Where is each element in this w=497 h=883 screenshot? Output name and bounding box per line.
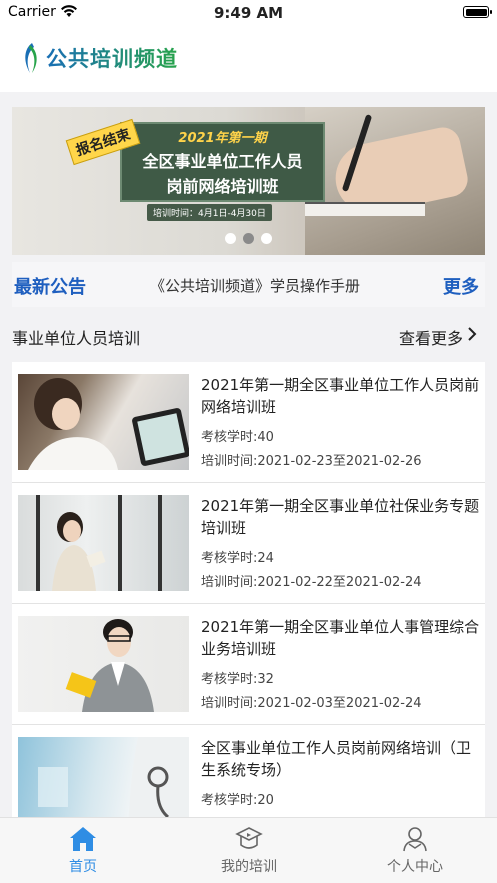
course-hours: 考核学时:24 xyxy=(201,551,274,566)
banner-title-line1: 全区事业单位工作人员 xyxy=(142,152,303,171)
tab-bar: 首页 我的培训 个人中心 xyxy=(0,817,497,883)
section-title: 事业单位人员培训 xyxy=(12,329,141,348)
tab-my-training[interactable]: 我的培训 xyxy=(166,818,332,883)
chevron-right-icon[interactable] xyxy=(467,326,477,342)
carousel-dot[interactable] xyxy=(261,233,272,244)
tab-label: 我的培训 xyxy=(221,859,277,875)
announcement-more-link[interactable]: 更多 xyxy=(443,273,479,299)
logo-text: 公共培训频道 xyxy=(46,43,178,73)
graduation-cap-icon xyxy=(235,827,263,849)
course-period: 培训时间:2021-02-22至2021-02-24 xyxy=(201,575,422,590)
course-hours: 考核学时:20 xyxy=(201,793,274,808)
course-thumbnail xyxy=(18,495,189,591)
course-period: 培训时间:2021-02-23至2021-02-26 xyxy=(201,454,422,469)
status-bar: Carrier 9:49 AM xyxy=(0,0,497,26)
banner-dates: 培训时间：4月1日-4月30日 xyxy=(147,204,272,221)
home-icon xyxy=(70,827,96,851)
view-more-link[interactable]: 查看更多 xyxy=(399,325,463,349)
course-thumbnail xyxy=(18,616,189,712)
user-icon xyxy=(403,827,427,852)
banner-title-line2: 岗前网络培训班 xyxy=(166,177,279,196)
list-item[interactable]: 2021年第一期全区事业单位社保业务专题培训班 考核学时:24 培训时间:202… xyxy=(12,483,485,603)
logo-mark-icon xyxy=(25,43,37,73)
course-title: 2021年第一期全区事业单位人事管理综合业务培训班 xyxy=(201,618,480,658)
list-item[interactable]: 2021年第一期全区事业单位人事管理综合业务培训班 考核学时:32 培训时间:2… xyxy=(12,604,485,724)
banner-board: 2021年第一期 全区事业单位工作人员 岗前网络培训班 xyxy=(120,122,325,202)
course-thumbnail xyxy=(18,374,189,470)
banner-carousel[interactable]: 2021年第一期 全区事业单位工作人员 岗前网络培训班 报名结束 培训时间：4月… xyxy=(12,107,485,255)
announcement-text[interactable]: 《公共培训频道》学员操作手册 xyxy=(150,275,360,296)
section-header: 事业单位人员培训 查看更多 xyxy=(0,310,497,360)
carousel-pagination xyxy=(12,233,485,244)
tab-label: 首页 xyxy=(69,859,97,875)
course-hours: 考核学时:32 xyxy=(201,672,274,687)
clock: 9:49 AM xyxy=(213,4,284,22)
banner-subtitle: 2021年第一期 xyxy=(178,131,267,146)
course-hours: 考核学时:40 xyxy=(201,430,274,445)
course-title: 全区事业单位工作人员岗前网络培训（卫生系统专场） xyxy=(201,739,472,779)
course-period: 培训时间:2021-02-03至2021-02-24 xyxy=(201,696,422,711)
announcement-bar: 最新公告 《公共培训频道》学员操作手册 更多 xyxy=(12,262,485,307)
course-title: 2021年第一期全区事业单位工作人员岗前网络培训班 xyxy=(201,376,480,416)
app-header: 公共培训频道 xyxy=(0,26,497,92)
carousel-dot-active[interactable] xyxy=(243,233,254,244)
app-logo: 公共培训频道 xyxy=(20,40,178,76)
tab-home[interactable]: 首页 xyxy=(0,818,166,883)
tab-profile[interactable]: 个人中心 xyxy=(332,818,497,883)
course-title: 2021年第一期全区事业单位社保业务专题培训班 xyxy=(201,497,480,537)
announcement-label: 最新公告 xyxy=(14,277,86,298)
tab-label: 个人中心 xyxy=(387,859,443,875)
battery-icon xyxy=(463,6,492,18)
course-thumbnail xyxy=(18,737,189,817)
carousel-dot[interactable] xyxy=(225,233,236,244)
list-item[interactable]: 2021年第一期全区事业单位工作人员岗前网络培训班 考核学时:40 培训时间:2… xyxy=(12,362,485,482)
list-item[interactable]: 全区事业单位工作人员岗前网络培训（卫生系统专场） 考核学时:20 xyxy=(12,725,485,817)
course-list: 2021年第一期全区事业单位工作人员岗前网络培训班 考核学时:40 培训时间:2… xyxy=(12,362,485,817)
